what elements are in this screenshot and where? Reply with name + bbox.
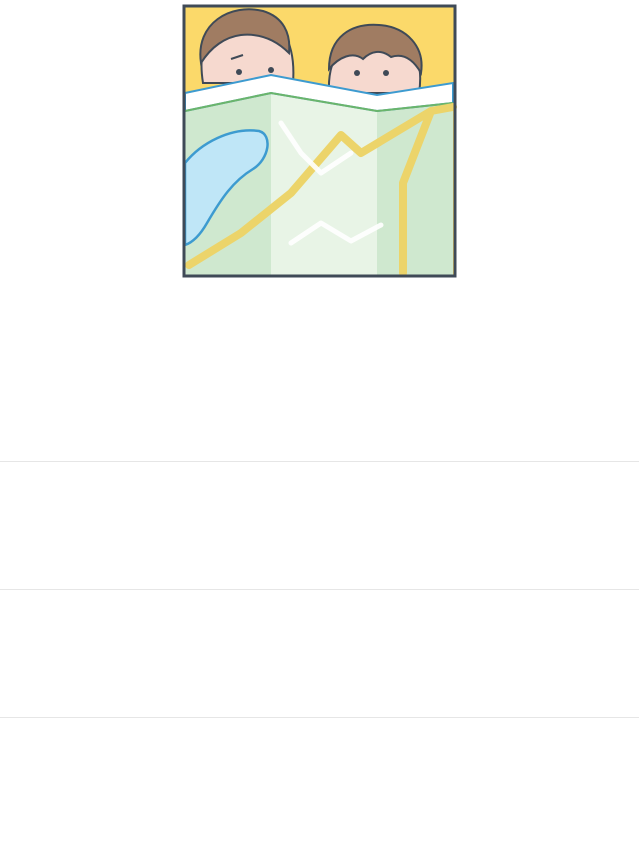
- person-right-icon: [327, 23, 423, 94]
- list-row-1[interactable]: [0, 461, 639, 589]
- map-reading-illustration-icon: [182, 4, 457, 278]
- list-row-2[interactable]: [0, 589, 639, 717]
- map-icon: [183, 73, 457, 277]
- hero-illustration: [181, 3, 459, 279]
- settings-list: [0, 461, 639, 845]
- list-row-3[interactable]: [0, 717, 639, 845]
